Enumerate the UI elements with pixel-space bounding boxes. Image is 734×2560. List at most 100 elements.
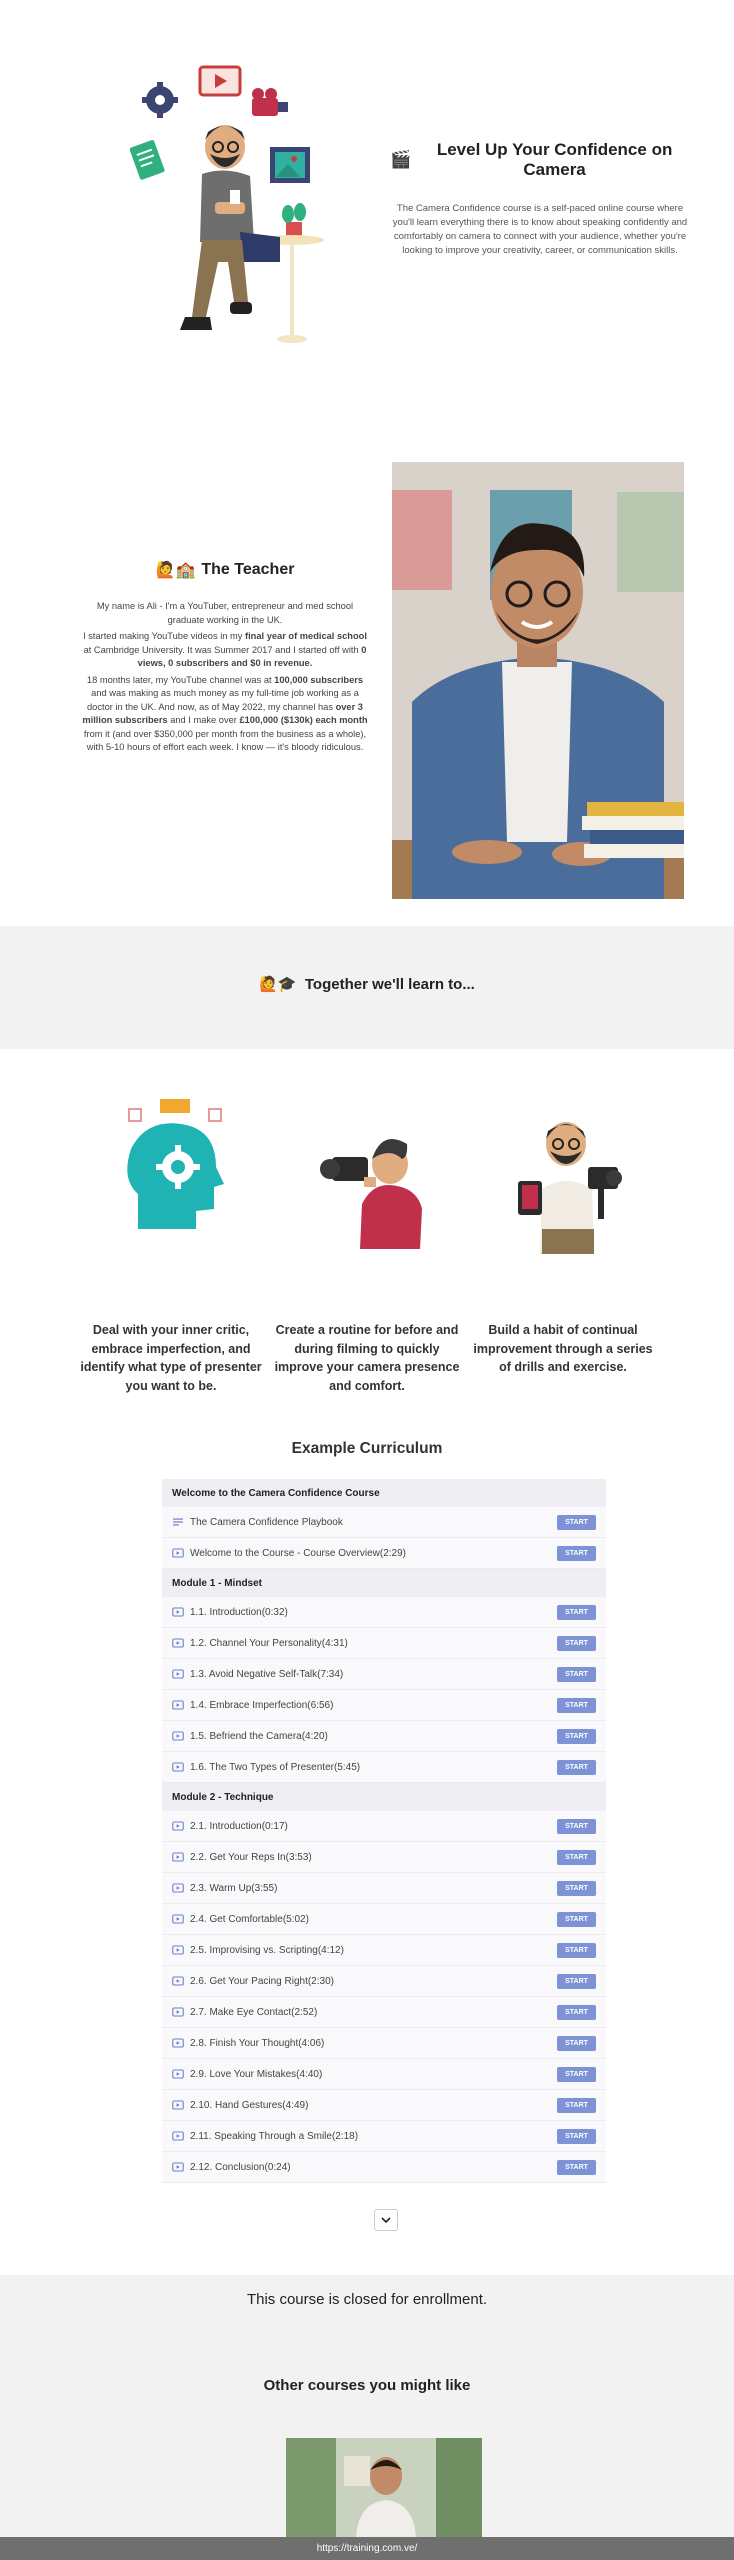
video-icon (172, 1821, 184, 1831)
video-icon (172, 1731, 184, 1741)
start-button[interactable]: START (557, 2128, 596, 2144)
chevron-down-icon (381, 2217, 391, 2224)
hero-section: 🎬 Level Up Your Confidence on Camera The… (0, 0, 734, 400)
clapperboard-icon: 🎬 (390, 150, 412, 169)
teacher-title: 🙋🏫 The Teacher (155, 561, 295, 579)
lecture-title: Welcome to the Course - Course Overview(… (190, 1547, 407, 1559)
lecture-row[interactable]: Welcome to the Course - Course Overview(… (162, 1538, 606, 1569)
lecture-title: 2.2. Get Your Reps In(3:53) (190, 1851, 312, 1863)
teacher-emoji-icon: 🙋🏫 (155, 562, 196, 579)
video-icon (172, 2100, 184, 2110)
video-icon (172, 1852, 184, 1862)
teacher-text: 🙋🏫 The Teacher My name is Ali - I'm a Yo… (80, 560, 370, 758)
start-button[interactable]: START (557, 1973, 596, 1989)
lecture-row[interactable]: 2.10. Hand Gestures(4:49) START (162, 2090, 606, 2121)
start-button[interactable]: START (557, 2035, 596, 2051)
text-icon (173, 1518, 183, 1526)
lecture-row[interactable]: The Camera Confidence Playbook START (162, 1507, 606, 1538)
hero-title: 🎬 Level Up Your Confidence on Camera (390, 140, 673, 179)
feature-text: Build a habit of continual improvement t… (473, 1323, 653, 1374)
lecture-title: 2.3. Warm Up(3:55) (190, 1882, 278, 1894)
feature-text: Create a routine for before and during f… (274, 1323, 460, 1393)
start-button[interactable]: START (557, 1545, 596, 1561)
lecture-title: 2.7. Make Eye Contact(2:52) (190, 2006, 318, 2018)
lecture-title: 2.1. Introduction(0:17) (190, 1820, 288, 1832)
lecture-row[interactable]: 2.8. Finish Your Thought(4:06) START (162, 2028, 606, 2059)
lecture-row[interactable]: 2.1. Introduction(0:17) START (162, 1811, 606, 1842)
start-button[interactable]: START (557, 2066, 596, 2082)
status-url: https://training.com.ve/ (316, 2543, 418, 2554)
start-button[interactable]: START (557, 1604, 596, 1620)
lecture-row[interactable]: 2.7. Make Eye Contact(2:52) START (162, 1997, 606, 2028)
start-button[interactable]: START (557, 1880, 596, 1896)
start-button[interactable]: START (557, 1759, 596, 1775)
video-icon (172, 1914, 184, 1924)
lecture-row[interactable]: 2.9. Love Your Mistakes(4:40) START (162, 2059, 606, 2090)
lecture-row[interactable]: 2.2. Get Your Reps In(3:53) START (162, 1842, 606, 1873)
lecture-row[interactable]: 2.5. Improvising vs. Scripting(4:12) STAR… (162, 1935, 606, 1966)
curriculum-section-header: Welcome to the Camera Confidence Course (162, 1479, 606, 1507)
lecture-row[interactable]: 1.2. Channel Your Personality(4:31) START (162, 1628, 606, 1659)
other-courses-title: Other courses you might like (263, 2377, 471, 2394)
lecture-title: 1.6. The Two Types of Presenter(5:45) (190, 1761, 361, 1773)
lecture-title: 2.4. Get Comfortable(5:02) (190, 1913, 309, 1925)
lecture-title: 2.9. Love Your Mistakes(4:40) (190, 2068, 323, 2080)
man-with-camera-illustration (272, 1089, 462, 1259)
curriculum-section-header: Module 1 - Mindset (162, 1569, 606, 1597)
video-icon (172, 1669, 184, 1679)
lecture-title: 2.6. Get Your Pacing Right(2:30) (190, 1975, 334, 1987)
start-button[interactable]: START (557, 1942, 596, 1958)
start-button[interactable]: START (557, 2097, 596, 2113)
start-button[interactable]: START (557, 1666, 596, 1682)
enrollment-section: This course is closed for enrollment. Ot… (0, 2275, 734, 2560)
lecture-row[interactable]: 1.6. The Two Types of Presenter(5:45) STA… (162, 1752, 606, 1783)
teacher-photo (392, 462, 684, 899)
learn-title: 🙋🎓 Together we'll learn to... (259, 976, 475, 993)
lecture-title: 1.2. Channel Your Personality(4:31) (190, 1637, 348, 1649)
lecture-row[interactable]: 1.1. Introduction(0:32) START (162, 1597, 606, 1628)
teacher-bio: My name is Ali - I'm a YouTuber, entrepr… (80, 600, 370, 755)
start-button[interactable]: START (557, 2004, 596, 2020)
vlogger-illustration (468, 1089, 658, 1259)
teacher-section: 🙋🏫 The Teacher My name is Ali - I'm a Yo… (0, 400, 734, 925)
video-icon (172, 2038, 184, 2048)
learn-banner: 🙋🎓 Together we'll learn to... (0, 926, 734, 1049)
lecture-row[interactable]: 2.6. Get Your Pacing Right(2:30) START (162, 1966, 606, 1997)
bio-paragraph: 18 months later, my YouTube channel was … (82, 674, 368, 753)
expand-curriculum-button[interactable] (374, 2209, 398, 2231)
lecture-row[interactable]: 1.5. Befriend the Camera(4:20) START (162, 1721, 606, 1752)
start-button[interactable]: START (557, 1728, 596, 1744)
course-thumbnail (286, 2438, 482, 2538)
lecture-title: 2.11. Speaking Through a Smile(2:18) (190, 2130, 359, 2142)
start-button[interactable]: START (557, 1635, 596, 1651)
lecture-row[interactable]: 2.11. Speaking Through a Smile(2:18) STAR… (162, 2121, 606, 2152)
learn-emoji-icon: 🙋🎓 (259, 976, 297, 993)
video-icon (172, 2007, 184, 2017)
start-button[interactable]: START (557, 1697, 596, 1713)
head-gear-illustration (76, 1089, 266, 1259)
start-button[interactable]: START (557, 1849, 596, 1865)
browser-status-bar: https://training.com.ve/ (0, 2537, 734, 2560)
lecture-row[interactable]: 1.3. Avoid Negative Self-Talk(7:34) START (162, 1659, 606, 1690)
lecture-row[interactable]: 2.3. Warm Up(3:55) START (162, 1873, 606, 1904)
video-icon (172, 1548, 184, 1558)
start-button[interactable]: START (557, 1911, 596, 1927)
lecture-row[interactable]: 2.4. Get Comfortable(5:02) START (162, 1904, 606, 1935)
video-icon (172, 1762, 184, 1772)
hero-text: 🎬 Level Up Your Confidence on Camera The… (390, 140, 690, 258)
start-button[interactable]: START (557, 2159, 596, 2175)
lecture-title: 1.1. Introduction(0:32) (190, 1606, 288, 1618)
features-section: Deal with your inner critic, embrace imp… (0, 1049, 734, 1429)
video-icon (172, 1607, 184, 1617)
lecture-row[interactable]: 1.4. Embrace Imperfection(6:56) START (162, 1690, 606, 1721)
start-button[interactable]: START (557, 1818, 596, 1834)
curriculum-section-header: Module 2 - Technique (162, 1783, 606, 1811)
closed-enrollment-text: This course is closed for enrollment. (246, 2291, 488, 2308)
other-course-card[interactable] (286, 2438, 482, 2538)
start-button[interactable]: START (557, 1514, 596, 1530)
hero-description: The Camera Confidence course is a self-p… (392, 203, 688, 256)
lecture-row[interactable]: 2.12. Conclusion(0:24) START (162, 2152, 606, 2183)
lecture-title: 2.8. Finish Your Thought(4:06) (190, 2037, 325, 2049)
lecture-title: 2.10. Hand Gestures(4:49) (190, 2099, 309, 2111)
hero-illustration (129, 62, 340, 352)
